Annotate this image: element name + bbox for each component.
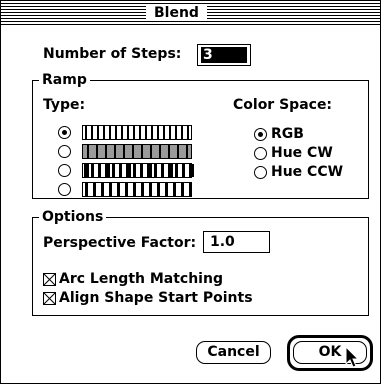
color-space-label: Color Space:	[233, 97, 333, 113]
color-space-hue-ccw-radio[interactable]	[254, 166, 267, 179]
checkmark-icon	[44, 293, 55, 304]
ramp-stripe	[84, 164, 89, 177]
ramp-stripe	[157, 126, 159, 139]
ramp-stripe	[127, 126, 129, 139]
ramp-stripe	[154, 164, 157, 177]
ramp-stripe	[175, 126, 177, 139]
title-bar[interactable]: Blend	[1, 1, 380, 25]
ramp-preview-3	[82, 163, 194, 178]
ramp-stripe	[181, 183, 184, 196]
ramp-stripe	[98, 164, 101, 177]
color-space-rgb-radio[interactable]	[254, 128, 267, 141]
ramp-stripe	[119, 164, 122, 177]
ramp-stripe	[151, 126, 153, 139]
ramp-stripe	[96, 145, 98, 158]
ramp-stripe	[182, 164, 185, 177]
ramp-preview-4	[82, 182, 192, 197]
color-space-hue-cw-label[interactable]: Hue CW	[271, 145, 333, 161]
ramp-stripe	[132, 145, 134, 158]
steps-label: Number of Steps:	[43, 46, 182, 62]
perspective-value: 1.0	[210, 234, 235, 250]
color-space-rgb-label[interactable]: RGB	[271, 126, 304, 142]
ramp-stripe	[109, 183, 112, 196]
ramp-stripe	[175, 164, 178, 177]
ramp-stripe	[150, 145, 152, 158]
ramp-stripe	[121, 126, 123, 139]
ramp-stripe	[159, 145, 161, 158]
ramp-stripe	[112, 164, 115, 177]
ramp-stripe	[157, 183, 160, 196]
ramp-stripe	[101, 183, 104, 196]
ramp-stripe	[139, 126, 141, 139]
ramp-stripe	[93, 183, 96, 196]
ramp-stripe	[87, 145, 89, 158]
align-shape-label[interactable]: Align Shape Start Points	[59, 290, 253, 306]
color-space-hue-ccw-label[interactable]: Hue CCW	[271, 164, 343, 180]
ramp-type-radio-4[interactable]	[58, 183, 71, 196]
ramp-stripe	[168, 145, 170, 158]
ramp-stripe	[133, 183, 136, 196]
ramp-stripe	[145, 126, 147, 139]
ramp-stripe	[97, 126, 99, 139]
ramp-stripe	[181, 126, 183, 139]
align-shape-checkbox[interactable]	[43, 292, 56, 305]
ramp-stripe	[115, 126, 117, 139]
cancel-button[interactable]: Cancel	[196, 341, 271, 364]
ramp-group-label: Ramp	[39, 72, 90, 88]
ramp-stripe	[103, 126, 105, 139]
steps-value: 3	[201, 47, 247, 63]
ramp-preview-1	[82, 125, 192, 140]
options-group-label: Options	[39, 209, 107, 225]
ramp-stripe	[133, 126, 135, 139]
ramp-stripe	[141, 145, 143, 158]
ramp-stripe	[105, 145, 107, 158]
ramp-fill	[83, 145, 191, 158]
ramp-preview-2	[82, 144, 192, 159]
arc-length-label[interactable]: Arc Length Matching	[59, 271, 223, 287]
type-label: Type:	[43, 97, 86, 113]
ramp-stripe	[173, 183, 176, 196]
ramp-stripe	[91, 126, 93, 139]
ramp-stripe	[140, 164, 143, 177]
ramp-type-radio-1[interactable]	[58, 126, 71, 139]
ramp-stripe	[85, 126, 87, 139]
ramp-stripe	[177, 145, 179, 158]
ramp-stripe	[109, 126, 111, 139]
ramp-stripe	[189, 183, 192, 196]
ramp-stripe	[114, 145, 116, 158]
perspective-label: Perspective Factor:	[43, 235, 197, 251]
ramp-stripe	[187, 126, 189, 139]
steps-input[interactable]: 3	[197, 44, 251, 66]
ramp-stripe	[91, 164, 94, 177]
perspective-input[interactable]: 1.0	[203, 231, 270, 253]
ramp-type-radio-2[interactable]	[58, 145, 71, 158]
ramp-stripe	[161, 164, 164, 177]
ramp-stripe	[169, 126, 171, 139]
checkmark-icon	[44, 274, 55, 285]
ramp-stripe	[123, 145, 125, 158]
ramp-stripe	[149, 183, 152, 196]
window-title: Blend	[146, 5, 207, 21]
ramp-stripe	[168, 164, 173, 177]
ramp-stripe	[133, 164, 136, 177]
ramp-stripe	[163, 126, 165, 139]
ramp-stripe	[126, 164, 131, 177]
ramp-stripe	[186, 145, 188, 158]
ramp-stripe	[125, 183, 128, 196]
ramp-stripe	[189, 164, 194, 177]
ramp-stripe	[117, 183, 120, 196]
mouse-pointer-icon	[345, 346, 360, 368]
ramp-type-radio-3[interactable]	[58, 164, 71, 177]
arc-length-checkbox[interactable]	[43, 273, 56, 286]
blend-dialog: Blend Number of Steps: 3 Ramp Type: Colo…	[0, 0, 381, 384]
ramp-stripe	[85, 183, 88, 196]
ramp-stripe	[105, 164, 110, 177]
ramp-stripe	[147, 164, 152, 177]
ramp-stripe	[141, 183, 144, 196]
color-space-hue-cw-radio[interactable]	[254, 147, 267, 160]
ramp-stripe	[165, 183, 168, 196]
